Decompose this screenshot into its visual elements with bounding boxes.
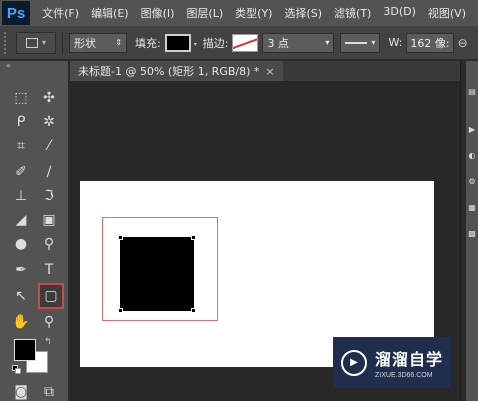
gradient-tool-icon[interactable]: ▣ [38, 209, 60, 231]
stroke-width-value: 3 点 [267, 36, 289, 50]
chevron-down-icon: ▾ [325, 38, 330, 47]
watermark-title: 溜溜自学 [375, 350, 444, 369]
updown-icon: ⇕ [115, 38, 122, 47]
healing-brush-tool-icon[interactable]: ✐ [10, 161, 32, 183]
line-style-icon [345, 41, 368, 44]
foreground-color-swatch[interactable] [14, 339, 36, 361]
eyedropper-tool-icon[interactable]: ⁄ [38, 135, 60, 157]
anchor-point[interactable] [191, 308, 196, 313]
default-bg-mini [15, 368, 21, 374]
blur-tool-icon[interactable]: ● [10, 233, 32, 255]
mode-select-value: 形状 [74, 36, 96, 50]
quick-mask-icon[interactable]: ◙ [10, 381, 32, 401]
type-tool-icon[interactable]: T [38, 259, 60, 281]
divider [62, 31, 63, 54]
menu-file[interactable]: 文件(F) [42, 5, 79, 21]
properties-panel-icon[interactable]: ⚙ [468, 177, 476, 186]
menu-items: 文件(F) 编辑(E) 图像(I) 图层(L) 类型(Y) 选择(S) 滤镜(T… [42, 5, 478, 21]
options-bar: ▾ 形状 ⇕ 填充: ▾ 描边: 3 点 ▾ ▾ W: 162 像: ⊖ [0, 26, 478, 60]
anchor-point[interactable] [118, 308, 123, 313]
color-swatches: ↰ [12, 337, 54, 377]
watermark-url: ZIXUE.3D66.COM [375, 372, 433, 379]
play-icon: ▶ [341, 349, 367, 376]
anchor-point[interactable] [191, 235, 196, 240]
eraser-tool-icon[interactable]: ◢ [10, 209, 32, 231]
width-value: 162 像: [410, 36, 450, 50]
stroke-type-select[interactable]: ▾ [340, 32, 381, 53]
styles-panel-icon[interactable]: ▩ [468, 229, 476, 238]
document-tab[interactable]: 未标题-1 @ 50% (矩形 1, RGB/8) * × [70, 61, 283, 81]
fill-label: 填充: [135, 36, 161, 50]
chevron-down-icon: ▾ [41, 38, 46, 47]
stroke-label: 描边: [202, 36, 229, 50]
mode-select[interactable]: 形状 ⇕ [69, 32, 127, 53]
watermark-text: 溜溜自学 ZIXUE.3D66.COM [375, 346, 443, 379]
rectangle-tool-icon[interactable]: ▢ [38, 283, 64, 309]
tools-panel: « ⬚ ✣ ᑭ ✲ ⌗ ⁄ ✐ ∕ ⊥ ℑ ◢ ▣ ● ⚲ ✒ T ↖ ▢ ✋ … [0, 61, 69, 401]
collapse-icon[interactable]: « [6, 61, 11, 70]
chevron-down-icon: ▾ [193, 40, 197, 48]
clone-stamp-tool-icon[interactable]: ⊥ [10, 185, 32, 207]
magic-wand-tool-icon[interactable]: ✲ [38, 111, 60, 133]
hand-tool-icon[interactable]: ✋ [10, 311, 32, 333]
path-selection-tool-icon[interactable]: ↖ [10, 285, 32, 307]
history-panel-icon[interactable]: ▤ [468, 87, 476, 96]
menu-filter[interactable]: 滤镜(T) [334, 5, 371, 21]
history-brush-tool-icon[interactable]: ℑ [38, 185, 60, 207]
menu-type[interactable]: 类型(Y) [235, 5, 272, 21]
watermark: ▶ 溜溜自学 ZIXUE.3D66.COM [333, 337, 451, 388]
chevron-down-icon: ▾ [371, 38, 376, 47]
pen-tool-icon[interactable]: ✒ [10, 259, 32, 281]
menu-layer[interactable]: 图层(L) [186, 5, 223, 21]
swap-colors-icon[interactable]: ↰ [44, 337, 52, 347]
menu-image[interactable]: 图像(I) [141, 5, 175, 21]
document-tab-bar: 未标题-1 @ 50% (矩形 1, RGB/8) * × [70, 61, 460, 81]
menu-3d[interactable]: 3D(D) [383, 5, 416, 21]
link-icon[interactable]: ⊖ [458, 36, 468, 50]
adjustments-panel-icon[interactable]: ◐ [468, 151, 476, 160]
rectangle-icon [25, 37, 38, 48]
tool-preset-picker[interactable]: ▾ [16, 31, 56, 54]
lasso-tool-icon[interactable]: ᑭ [10, 111, 32, 133]
menu-view[interactable]: 视图(V) [428, 5, 466, 21]
photoshop-logo: Ps [2, 1, 31, 25]
crop-tool-icon[interactable]: ⌗ [10, 135, 32, 157]
panel-icons-strip: ▤ ▶ ◐ ⚙ ▦ ▩ [466, 61, 478, 401]
screen-mode-icon[interactable]: ⧉ [38, 381, 60, 401]
stroke-color-swatch[interactable] [232, 33, 259, 52]
swatches-panel-icon[interactable]: ▦ [468, 203, 476, 212]
menu-select[interactable]: 选择(S) [284, 5, 322, 21]
marquee-tool-icon[interactable]: ⬚ [10, 87, 32, 109]
brush-tool-icon[interactable]: ∕ [38, 161, 60, 183]
dodge-tool-icon[interactable]: ⚲ [38, 233, 60, 255]
move-tool-icon[interactable]: ✣ [38, 87, 60, 109]
default-colors-icon[interactable] [12, 365, 22, 375]
anchor-point[interactable] [118, 235, 123, 240]
rectangle-shape[interactable] [120, 237, 194, 311]
menu-bar: Ps 文件(F) 编辑(E) 图像(I) 图层(L) 类型(Y) 选择(S) 滤… [0, 0, 478, 26]
stroke-width-input[interactable]: 3 点 ▾ [262, 32, 335, 53]
fill-color-swatch[interactable]: ▾ [164, 33, 197, 52]
actions-panel-icon[interactable]: ▶ [468, 125, 476, 134]
close-icon[interactable]: × [265, 65, 274, 78]
width-input[interactable]: 162 像: [406, 32, 454, 53]
zoom-tool-icon[interactable]: ⚲ [38, 311, 60, 333]
options-grip[interactable] [4, 31, 10, 54]
width-label: W: [388, 36, 403, 49]
menu-edit[interactable]: 编辑(E) [91, 5, 129, 21]
document-tab-title: 未标题-1 @ 50% (矩形 1, RGB/8) * [78, 65, 260, 78]
